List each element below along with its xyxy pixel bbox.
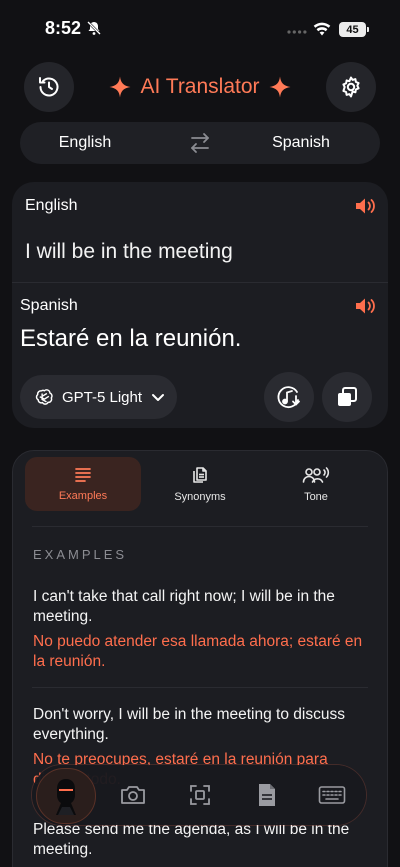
example-english: Don't worry, I will be in the meeting to… xyxy=(33,706,345,743)
audio-download-button[interactable] xyxy=(264,372,314,422)
example-english: I can't take that call right now; I will… xyxy=(33,588,335,625)
swap-languages-icon[interactable] xyxy=(188,132,212,154)
translated-text: Estaré en la reunión. xyxy=(20,325,242,352)
example-spanish: No puedo atender esa llamada ahora; esta… xyxy=(33,633,363,670)
list-icon xyxy=(75,468,91,482)
history-icon xyxy=(39,77,59,97)
settings-button[interactable] xyxy=(326,62,376,112)
documents-icon xyxy=(193,467,207,483)
keyboard-button[interactable] xyxy=(318,781,346,809)
speaker-icon[interactable] xyxy=(355,197,377,215)
audio-download-icon xyxy=(277,386,300,409)
wifi-icon xyxy=(313,22,331,36)
scan-icon xyxy=(190,785,210,805)
tabs-divider xyxy=(32,526,368,527)
source-language-button[interactable]: English xyxy=(20,122,150,164)
tab-label: Tone xyxy=(304,491,328,503)
tab-label: Examples xyxy=(58,490,108,502)
battery-indicator: 45 xyxy=(339,22,369,37)
openai-logo-icon xyxy=(35,388,53,405)
target-language-button[interactable]: Spanish xyxy=(236,122,366,164)
target-language-label: Spanish xyxy=(20,297,78,314)
chevron-down-icon xyxy=(152,394,165,401)
section-heading: EXAMPLES xyxy=(33,547,128,562)
speaker-icon[interactable] xyxy=(355,297,377,315)
signal-dots-icon xyxy=(287,30,307,34)
keyboard-icon xyxy=(318,786,346,804)
gear-icon xyxy=(342,76,360,98)
scan-button[interactable] xyxy=(186,781,214,809)
tab-examples[interactable]: Examples xyxy=(25,457,141,511)
source-language-label: English xyxy=(25,197,78,214)
example-english: Please send me the agenda, as I will be … xyxy=(33,821,350,858)
history-button[interactable] xyxy=(24,62,74,112)
document-icon xyxy=(259,784,275,806)
app-header: AI Translator xyxy=(108,71,292,103)
tab-label: Synonyms xyxy=(174,491,226,503)
tab-synonyms[interactable]: Synonyms xyxy=(142,457,258,511)
sparkle-icon xyxy=(269,76,291,98)
people-voice-icon xyxy=(302,467,330,483)
assistant-avatar[interactable] xyxy=(36,768,96,824)
model-name: GPT-5 Light xyxy=(62,388,143,406)
example-divider xyxy=(32,687,368,688)
copy-icon xyxy=(338,387,357,406)
copy-button[interactable] xyxy=(322,372,372,422)
source-text[interactable]: I will be in the meeting xyxy=(25,240,233,264)
tab-tone[interactable]: Tone xyxy=(258,457,374,511)
avatar-icon xyxy=(56,779,76,815)
status-time: 8:52 xyxy=(45,18,82,38)
model-selector[interactable]: GPT-5 Light xyxy=(20,375,177,419)
document-button[interactable] xyxy=(253,781,281,809)
camera-icon xyxy=(121,786,145,804)
app-title: AI Translator xyxy=(140,75,260,98)
camera-button[interactable] xyxy=(119,781,147,809)
card-divider xyxy=(12,282,388,283)
bell-muted-icon xyxy=(87,21,101,35)
sparkle-icon xyxy=(109,76,131,98)
